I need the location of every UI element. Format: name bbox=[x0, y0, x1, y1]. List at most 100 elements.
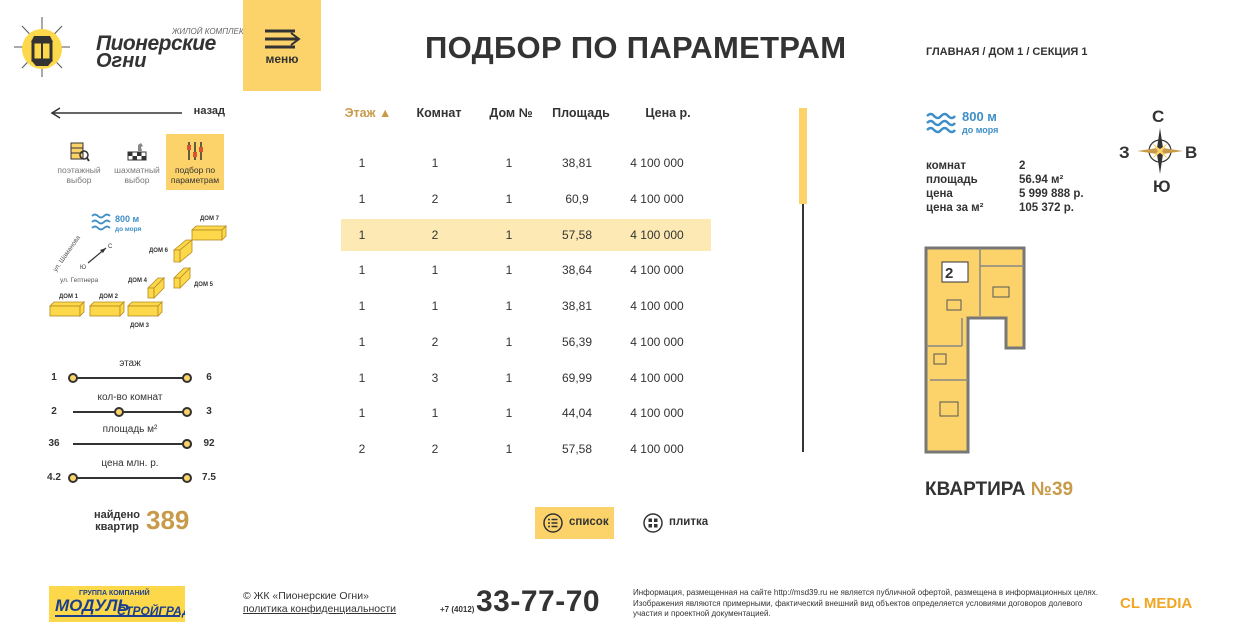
compass-north: С bbox=[1152, 107, 1164, 126]
found-count: 389 bbox=[146, 505, 190, 535]
filter-track[interactable] bbox=[73, 411, 187, 413]
chess-icon bbox=[127, 143, 147, 161]
table-row[interactable]: 1 1 1 38,64 4 100 000 bbox=[341, 254, 711, 286]
filter-track[interactable] bbox=[73, 443, 187, 445]
table-row[interactable]: 1 2 1 60,9 4 100 000 bbox=[341, 183, 711, 215]
found-label-line: квартир bbox=[95, 521, 139, 533]
cell-price: 4 100 000 bbox=[630, 335, 684, 349]
house-2[interactable] bbox=[89, 301, 125, 317]
filter-knob-max[interactable] bbox=[182, 473, 192, 483]
filter-knob-min[interactable] bbox=[68, 473, 78, 483]
house-label: ДОМ 2 bbox=[99, 294, 119, 300]
compass-east: В bbox=[1185, 143, 1197, 162]
house-label: ДОМ 1 bbox=[59, 294, 79, 300]
house-1[interactable] bbox=[49, 301, 85, 317]
table-row[interactable]: 2 2 1 57,58 4 100 000 bbox=[341, 433, 711, 465]
filter-knob-min[interactable] bbox=[113, 407, 124, 417]
house-6[interactable] bbox=[172, 239, 194, 263]
sea-waves-icon bbox=[91, 213, 111, 231]
filter-min: 36 bbox=[48, 438, 60, 449]
house-4[interactable] bbox=[147, 277, 165, 299]
arrow-left-icon bbox=[50, 107, 182, 119]
filter-track[interactable] bbox=[73, 477, 187, 479]
house-label: ДОМ 5 bbox=[194, 282, 214, 288]
table-row[interactable]: 1 1 1 38,81 4 100 000 bbox=[341, 147, 711, 179]
page-title: ПОДБОР ПО ПАРАМЕТРАМ bbox=[425, 30, 847, 65]
cell-price: 4 100 000 bbox=[630, 263, 684, 277]
filter-knob-max[interactable] bbox=[182, 373, 192, 383]
agency-link[interactable]: CL MEDIA bbox=[1120, 595, 1192, 612]
compass-west: З bbox=[1119, 143, 1130, 162]
compass-icon: С Ю З В bbox=[1119, 107, 1197, 194]
cell-price: 4 100 000 bbox=[630, 299, 684, 313]
table-row[interactable]: 1 2 1 56,39 4 100 000 bbox=[341, 326, 711, 358]
filter-label: площадь м² bbox=[102, 424, 158, 435]
disclaimer: Информация, размещенная на сайте http://… bbox=[633, 588, 1098, 618]
filter-label: цена млн. р. bbox=[101, 458, 159, 469]
street-label: ул. Шаманова bbox=[52, 234, 82, 273]
list-view-label: список bbox=[569, 516, 609, 528]
mode-chess[interactable]: шахматный выбор bbox=[108, 134, 166, 190]
phone-number[interactable]: 33-77-70 bbox=[476, 585, 600, 619]
breadcrumb[interactable]: ГЛАВНАЯ / ДОМ 1 / СЕКЦИЯ 1 bbox=[926, 46, 1087, 58]
cell-price: 4 100 000 bbox=[630, 442, 684, 456]
table-row[interactable]: 1 1 1 44,04 4 100 000 bbox=[341, 397, 711, 429]
filter-min: 1 bbox=[51, 372, 57, 383]
partner-logo[interactable]: ГРУППА КОМПАНИЙ МОДУЛЬ СТРОЙГРАД bbox=[49, 586, 191, 622]
found-label-line: найдено bbox=[94, 509, 140, 521]
filter-min: 2 bbox=[51, 406, 57, 417]
floor-plan-icon bbox=[70, 142, 90, 162]
phone-code: +7 (4012) bbox=[440, 605, 475, 614]
cell-price: 4 100 000 bbox=[630, 371, 684, 385]
house-3[interactable] bbox=[127, 301, 163, 317]
modul-stroygrad-logo: ГРУППА КОМПАНИЙ МОДУЛЬ СТРОЙГРАД bbox=[55, 588, 191, 618]
filter-knob-max[interactable] bbox=[182, 407, 192, 417]
col-header-price[interactable]: Цена р. bbox=[618, 106, 718, 120]
filter-knob-max[interactable] bbox=[182, 439, 192, 449]
filter-price: цена млн. р. 4.2 7.5 bbox=[40, 458, 220, 488]
cell-price: 4 100 000 bbox=[630, 156, 684, 170]
filter-label: этаж bbox=[119, 358, 141, 369]
mode-label: шахматный bbox=[114, 165, 160, 175]
mode-parameters[interactable]: подбор по параметрам bbox=[166, 134, 224, 190]
sea-waves-icon bbox=[926, 112, 956, 134]
table-row-selected[interactable]: 1 2 1 57,58 4 100 000 bbox=[341, 219, 711, 251]
house-7[interactable] bbox=[191, 225, 227, 241]
param-price-per-m2: 105 372 р. bbox=[1019, 202, 1074, 214]
filter-track[interactable] bbox=[73, 377, 187, 379]
houses-minimap[interactable]: 800 м до моря ул. Шаманова ул. Гептнера … bbox=[46, 208, 236, 333]
house-label: ДОМ 7 bbox=[200, 216, 220, 222]
cell-price: 4 100 000 bbox=[630, 192, 684, 206]
col-header-area[interactable]: Площадь bbox=[531, 106, 631, 120]
tile-view-label: плитка bbox=[669, 516, 709, 528]
table-row[interactable]: 1 3 1 69,99 4 100 000 bbox=[341, 362, 711, 394]
back-link[interactable]: назад bbox=[50, 104, 225, 120]
house-5[interactable] bbox=[173, 267, 191, 289]
filter-area: площадь м² 36 92 bbox=[40, 424, 220, 454]
north-label: С bbox=[108, 244, 113, 250]
mode-floor-plan[interactable]: поэтажный выбор bbox=[50, 134, 108, 190]
apartment-title-text: КВАРТИРА bbox=[925, 479, 1031, 500]
mode-label: параметрам bbox=[170, 175, 220, 185]
scrollbar-thumb[interactable] bbox=[799, 108, 807, 204]
apartment-floor-plan[interactable]: 2 bbox=[920, 242, 1030, 454]
filter-knob-min[interactable] bbox=[68, 373, 78, 383]
filter-floor: этаж 1 6 bbox=[40, 358, 220, 388]
found-label: найдено квартир bbox=[94, 509, 140, 533]
menu-button[interactable]: меню bbox=[243, 0, 321, 91]
sea-sub: до моря bbox=[962, 125, 999, 135]
privacy-link[interactable]: политика конфиденциальности bbox=[243, 603, 396, 615]
filter-max: 3 bbox=[206, 406, 212, 417]
tile-view-button[interactable]: плитка bbox=[635, 507, 715, 539]
list-view-button[interactable]: список bbox=[535, 507, 614, 539]
filter-min: 4.2 bbox=[47, 472, 61, 483]
mode-label: поэтажный bbox=[57, 165, 101, 175]
table-row[interactable]: 1 1 1 38,81 4 100 000 bbox=[341, 290, 711, 322]
mode-label: выбор bbox=[124, 175, 150, 185]
filter-max: 7.5 bbox=[202, 472, 216, 483]
house-label: ДОМ 6 bbox=[149, 248, 169, 254]
sea-distance: 800 м bbox=[962, 109, 997, 124]
south-label: Ю bbox=[80, 265, 86, 271]
brand-name-line2: Огни bbox=[96, 50, 147, 72]
mode-label: выбор bbox=[66, 175, 92, 185]
